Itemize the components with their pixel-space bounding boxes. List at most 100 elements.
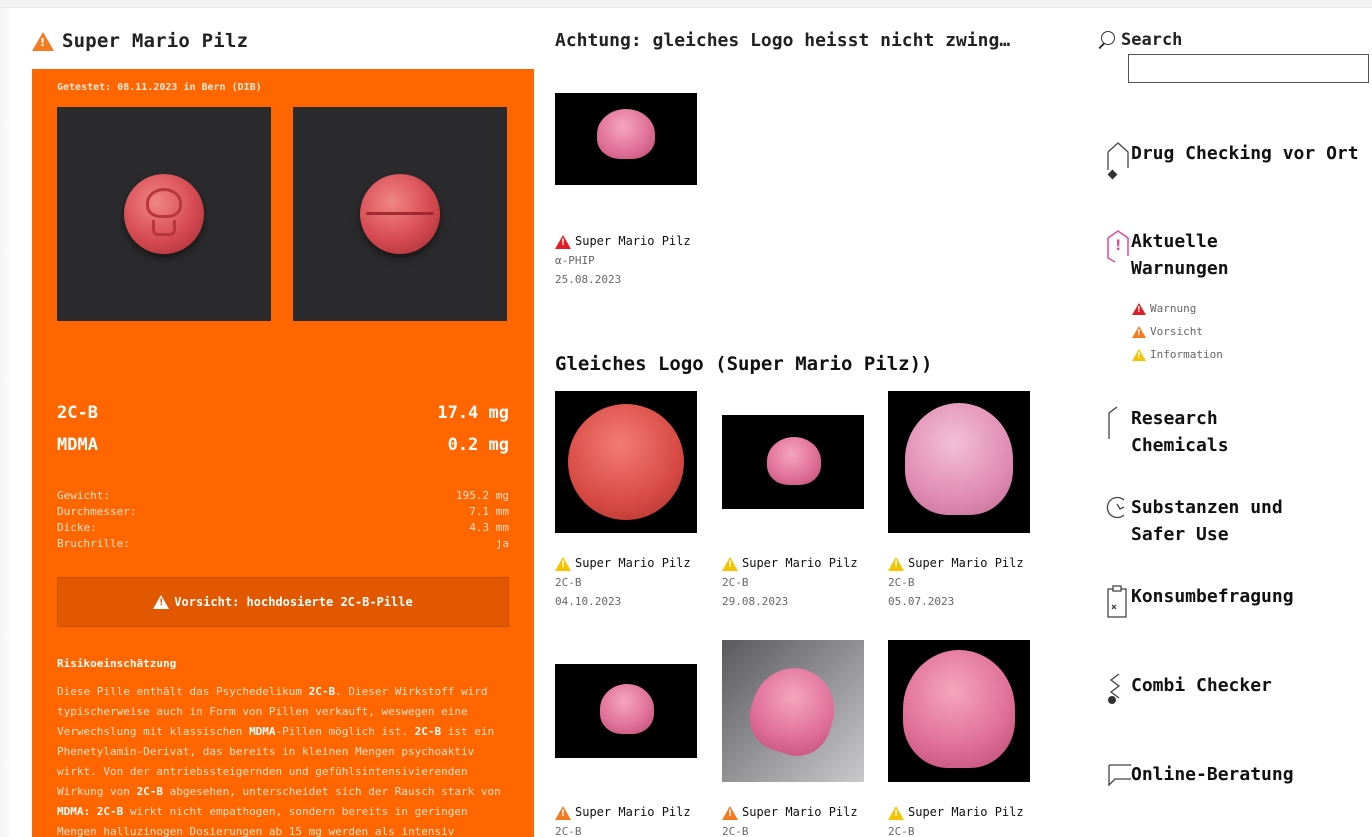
flask-icon [1105, 405, 1131, 451]
pill-thumb[interactable] [555, 391, 697, 533]
nav-drug-checking[interactable]: Drug Checking vor Ort [1105, 140, 1359, 186]
chat-icon [1105, 761, 1132, 807]
stat-row: Gewicht: 195.2 mg [57, 488, 509, 504]
nav-label: Research Chemicals [1131, 408, 1229, 456]
substance-name: MDMA [57, 435, 98, 455]
pill-date: 04.10.2023 [555, 595, 622, 608]
pill-substance: 2C-B [888, 576, 915, 589]
info-icon [888, 805, 904, 820]
pill-back-image [360, 174, 440, 254]
warning-hex-icon: ! [1105, 228, 1131, 274]
stat-value: 4.3 mm [469, 521, 509, 534]
legend-label: Warnung [1150, 302, 1197, 315]
nav-konsumbefragung[interactable]: Konsumbefragung [1105, 583, 1294, 629]
warning-icon [1132, 302, 1146, 315]
stat-row: Durchmesser: 7.1 mm [57, 504, 509, 520]
nav-label: Aktuelle Warnungen [1131, 231, 1229, 279]
caution-icon [1132, 325, 1146, 338]
pill-thumb[interactable] [722, 640, 864, 782]
nav-warnings[interactable]: ! Aktuelle Warnungen [1105, 228, 1229, 282]
pill-thumb[interactable] [888, 640, 1030, 782]
pill-name: Super Mario Pilz [908, 556, 1024, 570]
legend-item: Information [1132, 343, 1223, 366]
pill-photo-front[interactable] [57, 107, 271, 321]
risk-heading: Risikoeinschätzung [57, 657, 177, 670]
warning-legend: Warnung Vorsicht Information [1132, 297, 1223, 366]
warning-text: Vorsicht: hochdosierte 2C-B-Pille [174, 595, 413, 609]
warning-icon [153, 595, 170, 609]
pill-detail: Super Mario Pilz Getestet: 08.11.2023 in… [32, 26, 534, 837]
clipboard-icon [1105, 583, 1131, 629]
pill-stats: Gewicht: 195.2 mg Durchmesser: 7.1 mm Dick… [57, 488, 509, 552]
svg-text:!: ! [1115, 238, 1121, 254]
notice-pill-meta[interactable]: Super Mario Pilz α-PHIP 25.08.2023 [555, 232, 715, 289]
pill-name: Super Mario Pilz [575, 556, 691, 570]
pill-date: 25.08.2023 [555, 273, 622, 286]
browser-top-edge [0, 0, 1372, 8]
caution-icon [722, 805, 738, 820]
substance-amount: 0.2 mg [447, 435, 509, 455]
pill-substance: 2C-B [722, 576, 749, 589]
pill-card: Getestet: 08.11.2023 in Bern (DIB) 2C-B … [32, 69, 534, 837]
pill-thumb[interactable] [555, 640, 697, 782]
substance-row: 2C-B 17.4 mg [57, 403, 509, 423]
nav-research-chemicals[interactable]: Research Chemicals [1105, 405, 1229, 459]
nav-online-beratung[interactable]: Online-Beratung [1105, 761, 1294, 807]
pill-date: 05.07.2023 [888, 595, 955, 608]
legend-item: Vorsicht [1132, 320, 1223, 343]
pill-meta[interactable]: Super Mario Pilz 2C-B 04.10.2023 [555, 554, 715, 611]
pill-meta[interactable]: Super Mario Pilz 2C-B [722, 803, 882, 837]
pill-thumb[interactable] [722, 391, 864, 533]
pill-name: Super Mario Pilz [742, 556, 858, 570]
substance-row: MDMA 0.2 mg [57, 435, 509, 455]
stat-row: Bruchrille: ja [57, 536, 509, 552]
legend-item: Warnung [1132, 297, 1223, 320]
pill-substance: 2C-B [555, 576, 582, 589]
stat-label: Durchmesser: [57, 505, 137, 518]
caution-icon [32, 31, 54, 51]
warning-icon [555, 234, 571, 249]
pill-substance: α-PHIP [555, 254, 595, 267]
risk-text: Diese Pille enthält das Psychedelikum 2C… [57, 685, 501, 837]
stat-value: 7.1 mm [469, 505, 509, 518]
nav-substances[interactable]: Substanzen und Safer Use [1105, 494, 1283, 548]
nav-label: Combi Checker [1131, 675, 1272, 696]
info-icon [1132, 348, 1146, 361]
nav-combi-checker[interactable]: Combi Checker [1105, 672, 1272, 718]
left-shadow [0, 8, 12, 837]
stat-label: Dicke: [57, 521, 97, 534]
pill-thumb[interactable] [888, 391, 1030, 533]
nav-label: Substanzen und Safer Use [1131, 497, 1283, 545]
pill-date: 29.08.2023 [722, 595, 789, 608]
leaf-icon [1105, 494, 1131, 540]
same-logo-heading: Gleiches Logo (Super Mario Pilz)) [555, 353, 933, 375]
tested-info: Getestet: 08.11.2023 in Bern (DIB) [57, 82, 262, 93]
pill-front-image [124, 174, 204, 254]
notice-heading: Achtung: gleiches Logo heisst nicht zwin… [555, 30, 1011, 51]
warning-banner: Vorsicht: hochdosierte 2C-B-Pille [57, 577, 509, 627]
pills-icon [1105, 672, 1131, 718]
stat-label: Gewicht: [57, 489, 110, 502]
pill-substance: 2C-B [555, 825, 582, 837]
search-input[interactable] [1128, 54, 1369, 83]
pill-meta[interactable]: Super Mario Pilz 2C-B [555, 803, 715, 837]
legend-label: Vorsicht [1150, 325, 1203, 338]
pill-meta[interactable]: Super Mario Pilz 2C-B 29.08.2023 [722, 554, 882, 611]
caution-icon [555, 805, 571, 820]
pill-meta[interactable]: Super Mario Pilz 2C-B [888, 803, 1048, 837]
notice-pill-thumb[interactable] [555, 93, 697, 185]
test-tube-icon [1105, 140, 1131, 186]
pill-photo-back[interactable] [293, 107, 507, 321]
substance-name: 2C-B [57, 403, 98, 423]
stat-value: ja [495, 537, 509, 550]
nav-label: Online-Beratung [1131, 764, 1294, 785]
pill-name: Super Mario Pilz [575, 805, 691, 819]
search-label: Search [1097, 30, 1182, 50]
search-icon [1097, 31, 1115, 49]
info-icon [555, 556, 571, 571]
stat-label: Bruchrille: [57, 537, 130, 550]
pill-meta[interactable]: Super Mario Pilz 2C-B 05.07.2023 [888, 554, 1048, 611]
pill-logo-cap [146, 188, 182, 218]
legend-label: Information [1150, 348, 1223, 361]
info-icon [722, 556, 738, 571]
